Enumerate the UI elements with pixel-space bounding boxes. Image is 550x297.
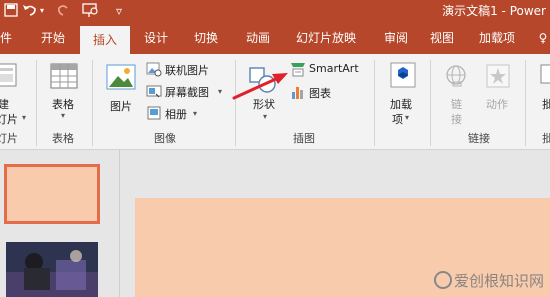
undo-icon[interactable]: [22, 2, 38, 18]
group-images-label: 图像: [154, 132, 176, 145]
comment-button-label[interactable]: 批: [542, 96, 550, 112]
chevron-down-icon[interactable]: ▿: [116, 2, 122, 20]
group-illustrations-label: 插图: [293, 132, 315, 145]
screenshot-dropdown-icon[interactable]: ▾: [218, 87, 222, 96]
group-comments-label: 批: [542, 132, 550, 145]
addins-label-2[interactable]: 项: [392, 111, 403, 127]
tab-view[interactable]: 视图: [422, 22, 462, 54]
tab-file[interactable]: 件: [0, 22, 14, 54]
store-icon[interactable]: [390, 62, 416, 88]
annotation-arrow: [232, 73, 288, 100]
action-star-icon[interactable]: [486, 64, 510, 88]
powerpoint-window: ▾ ▿ 演示文稿1 - Power 件 开始 插入 设计 切换 动画 幻灯片放映…: [0, 0, 550, 297]
picture-icon[interactable]: [106, 62, 136, 92]
title-bar: ▾ ▿ 演示文稿1 - Power: [0, 0, 550, 22]
ribbon-insert: 建 灯片 ▾ 灯片 表格 ▾ 表格 图片 联机图片 屏幕截图 ▾ 相册 ▾ 图像…: [0, 54, 550, 150]
tab-review[interactable]: 审阅: [376, 22, 416, 54]
link-label-2[interactable]: 接: [451, 111, 462, 127]
group-slides-label: 灯片: [0, 132, 18, 145]
addins-label-1[interactable]: 加载: [390, 96, 412, 112]
slide-thumbnail-1[interactable]: [4, 164, 100, 224]
tab-tellme[interactable]: ♀: [536, 22, 550, 54]
watermark-text: 爱创根知识网: [453, 272, 544, 290]
smartart-icon[interactable]: [290, 61, 306, 77]
tab-home[interactable]: 开始: [33, 22, 73, 54]
tab-addins[interactable]: 加载项: [472, 22, 522, 54]
window-title: 演示文稿1 - Power: [442, 4, 546, 18]
redo-icon[interactable]: [56, 2, 70, 18]
table-dropdown-icon[interactable]: ▾: [61, 111, 65, 120]
tab-slideshow[interactable]: 幻灯片放映: [290, 22, 362, 54]
chart-button-label[interactable]: 图表: [309, 85, 331, 101]
shapes-dropdown-icon[interactable]: ▾: [263, 112, 267, 121]
photo-album-label[interactable]: 相册: [165, 106, 187, 122]
slide-thumbnails-pane: [0, 150, 120, 297]
screenshot-icon[interactable]: [146, 83, 162, 99]
divider: [374, 60, 375, 146]
undo-dropdown-icon[interactable]: ▾: [40, 2, 44, 20]
addins-dropdown-icon[interactable]: ▾: [405, 113, 409, 122]
ribbon-tabs: 件 开始 插入 设计 切换 动画 幻灯片放映 审阅 视图 加载项 ♀: [0, 22, 550, 54]
tab-transitions[interactable]: 切换: [186, 22, 226, 54]
new-slide-label-1[interactable]: 建: [0, 96, 9, 112]
photo-album-icon[interactable]: [146, 105, 162, 121]
divider: [36, 60, 37, 146]
online-pictures-label[interactable]: 联机图片: [165, 62, 209, 78]
group-links-label: 链接: [468, 132, 490, 145]
new-slide-icon[interactable]: [0, 62, 18, 90]
smartart-button-label[interactable]: SmartArt: [309, 62, 359, 75]
action-button-label[interactable]: 动作: [486, 96, 508, 112]
pictures-button-label[interactable]: 图片: [110, 98, 132, 114]
divider: [430, 60, 431, 146]
slide-thumbnail-2[interactable]: [6, 242, 98, 297]
new-slide-label-2[interactable]: 灯片: [0, 111, 18, 127]
chart-icon[interactable]: [290, 84, 306, 100]
divider: [92, 60, 93, 146]
comment-icon[interactable]: [540, 64, 550, 88]
online-pictures-icon[interactable]: [146, 61, 162, 77]
link-label-1[interactable]: 链: [451, 96, 462, 112]
tab-animations[interactable]: 动画: [238, 22, 278, 54]
photo-album-dropdown-icon[interactable]: ▾: [193, 109, 197, 118]
table-icon[interactable]: [50, 62, 78, 90]
watermark-logo-icon: [433, 271, 452, 289]
present-from-start-icon[interactable]: [82, 2, 100, 18]
new-slide-dropdown-icon[interactable]: ▾: [22, 113, 26, 122]
table-button-label[interactable]: 表格: [52, 96, 74, 112]
divider: [525, 60, 526, 146]
tab-insert[interactable]: 插入: [80, 26, 130, 54]
watermark: 爱创根知识网: [433, 270, 544, 291]
save-icon[interactable]: [4, 2, 18, 18]
screenshot-label[interactable]: 屏幕截图: [165, 84, 209, 100]
group-tables-label: 表格: [52, 132, 74, 145]
link-globe-icon[interactable]: [444, 64, 468, 88]
tab-design[interactable]: 设计: [136, 22, 176, 54]
